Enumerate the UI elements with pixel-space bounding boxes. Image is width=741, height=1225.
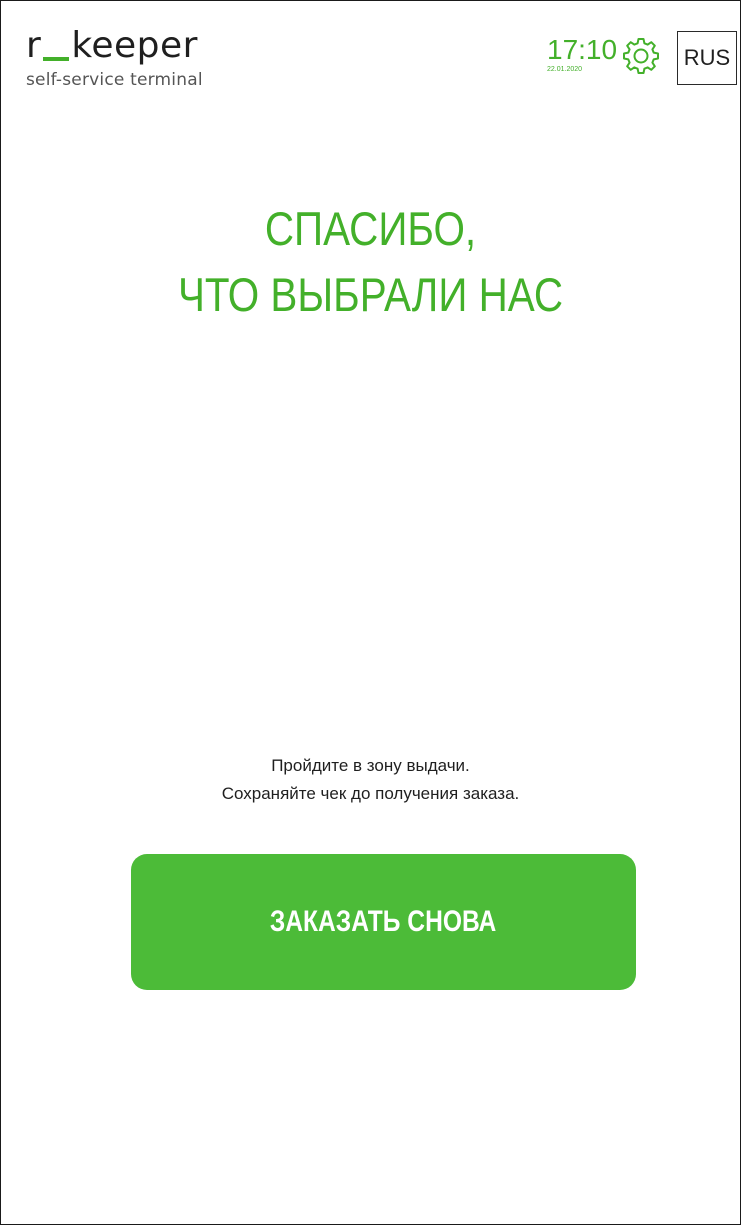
thank-you-line-2: ЧТО ВЫБРАЛИ НАС <box>177 268 564 321</box>
logo-title-left: r <box>26 25 42 66</box>
clock-time: 17:10 <box>547 34 618 65</box>
pickup-info: Пройдите в зону выдачи. Сохраняйте чек д… <box>0 752 741 808</box>
pickup-info-line-1: Пройдите в зону выдачи. <box>271 756 470 775</box>
order-again-label: ЗАКАЗАТЬ СНОВА <box>270 905 497 938</box>
thank-you-line-1: СПАСИБО, <box>264 202 477 255</box>
logo-subtitle: self-service terminal <box>26 70 203 90</box>
logo: r keeper self-service terminal <box>26 26 203 91</box>
clock: 17:10 22.01.2020 <box>547 36 617 74</box>
pickup-info-line-2: Сохраняйте чек до получения заказа. <box>221 784 520 803</box>
logo-title: r keeper <box>26 26 203 66</box>
order-again-button[interactable]: ЗАКАЗАТЬ СНОВА <box>131 854 636 990</box>
logo-underscore <box>43 57 70 61</box>
language-button[interactable]: RUS <box>677 31 737 85</box>
logo-title-right: keeper <box>71 25 198 66</box>
screen-frame <box>0 0 741 1225</box>
gear-icon[interactable] <box>622 36 660 74</box>
thank-you-heading: СПАСИБО, ЧТО ВЫБРАЛИ НАС <box>52 196 689 328</box>
clock-date: 22.01.2020 <box>547 66 583 73</box>
